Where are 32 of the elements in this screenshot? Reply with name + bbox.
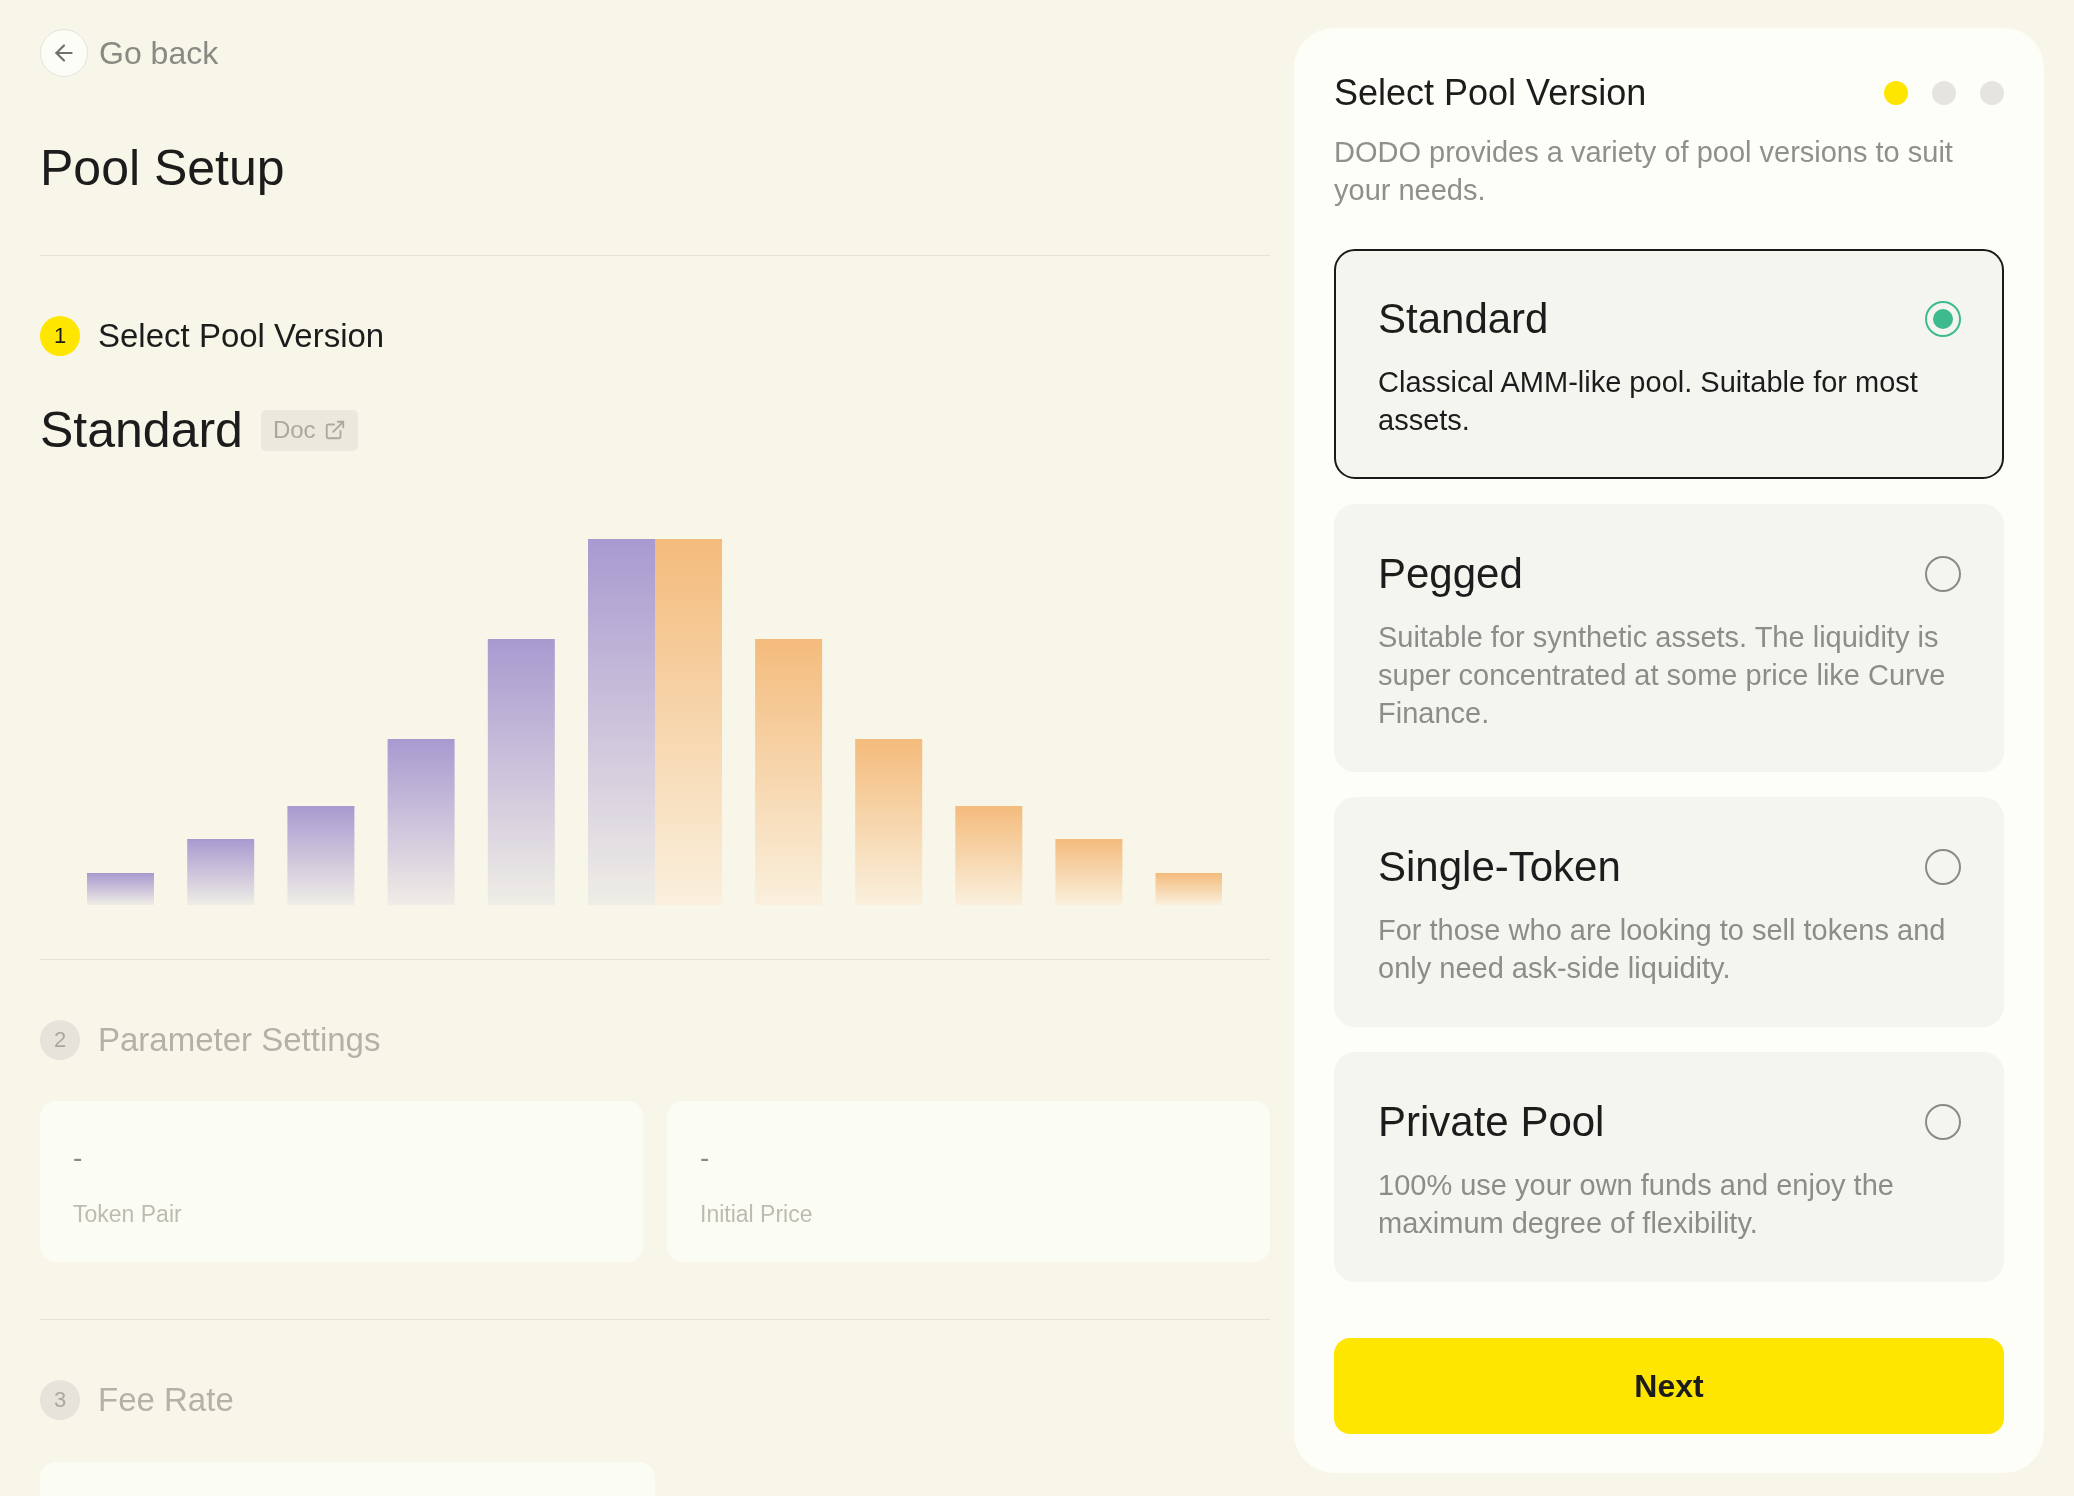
option-title: Private Pool: [1378, 1097, 1605, 1147]
option-title: Standard: [1378, 294, 1549, 344]
radio-icon[interactable]: [1925, 301, 1961, 337]
next-button[interactable]: Next: [1334, 1338, 2004, 1434]
option-description: Classical AMM-like pool. Suitable for most assets.: [1378, 365, 1919, 438]
panel-description: DODO provides a variety of pool versions to suit your needs.: [1334, 135, 1954, 208]
version-heading: Standard: [40, 401, 243, 460]
pool-option-card[interactable]: Standard Classical AMM-like pool. Suitable for most assets.: [1334, 249, 2004, 479]
radio-icon[interactable]: [1925, 849, 1961, 885]
step-number: 2: [40, 1020, 80, 1060]
option-description: Suitable for synthetic assets. The liquidity is super concentrated at some price like Curve Finance.: [1378, 620, 1947, 731]
radio-icon[interactable]: [1925, 1104, 1961, 1140]
field-value: -: [700, 1141, 711, 1175]
step-title: Select Pool Version: [98, 316, 385, 356]
field-value: -: [73, 1141, 84, 1175]
option-description: For those who are looking to sell tokens and only need ask-side liquidity.: [1378, 913, 1947, 986]
step-number: 1: [40, 316, 80, 356]
page-title: Pool Setup: [40, 139, 285, 198]
radio-icon[interactable]: [1925, 556, 1961, 592]
pool-option-card[interactable]: Single-Token For those who are looking to sell tokens and only need ask-side liquidity.: [1334, 797, 2004, 1027]
option-title: Pegged: [1378, 549, 1523, 599]
field-label: Token Pair: [73, 1200, 183, 1229]
step-title: Parameter Settings: [98, 1020, 381, 1060]
pool-option-card[interactable]: Pegged Suitable for synthetic assets. The liquidity is super concentrated at some price like Curve Finance.: [1334, 504, 2004, 772]
pool-option-card[interactable]: Private Pool 100% use your own funds and enjoy the maximum degree of flexibility.: [1334, 1052, 2004, 1282]
step-title: Fee Rate: [98, 1380, 234, 1420]
option-title: Single-Token: [1378, 842, 1621, 892]
panel-title: Select Pool Version: [1334, 71, 1647, 115]
step-number: 3: [40, 1380, 80, 1420]
field-label: Initial Price: [700, 1200, 814, 1229]
option-description: 100% use your own funds and enjoy the maximum degree of flexibility.: [1378, 1168, 1895, 1241]
external-link-icon: [323, 419, 346, 441]
